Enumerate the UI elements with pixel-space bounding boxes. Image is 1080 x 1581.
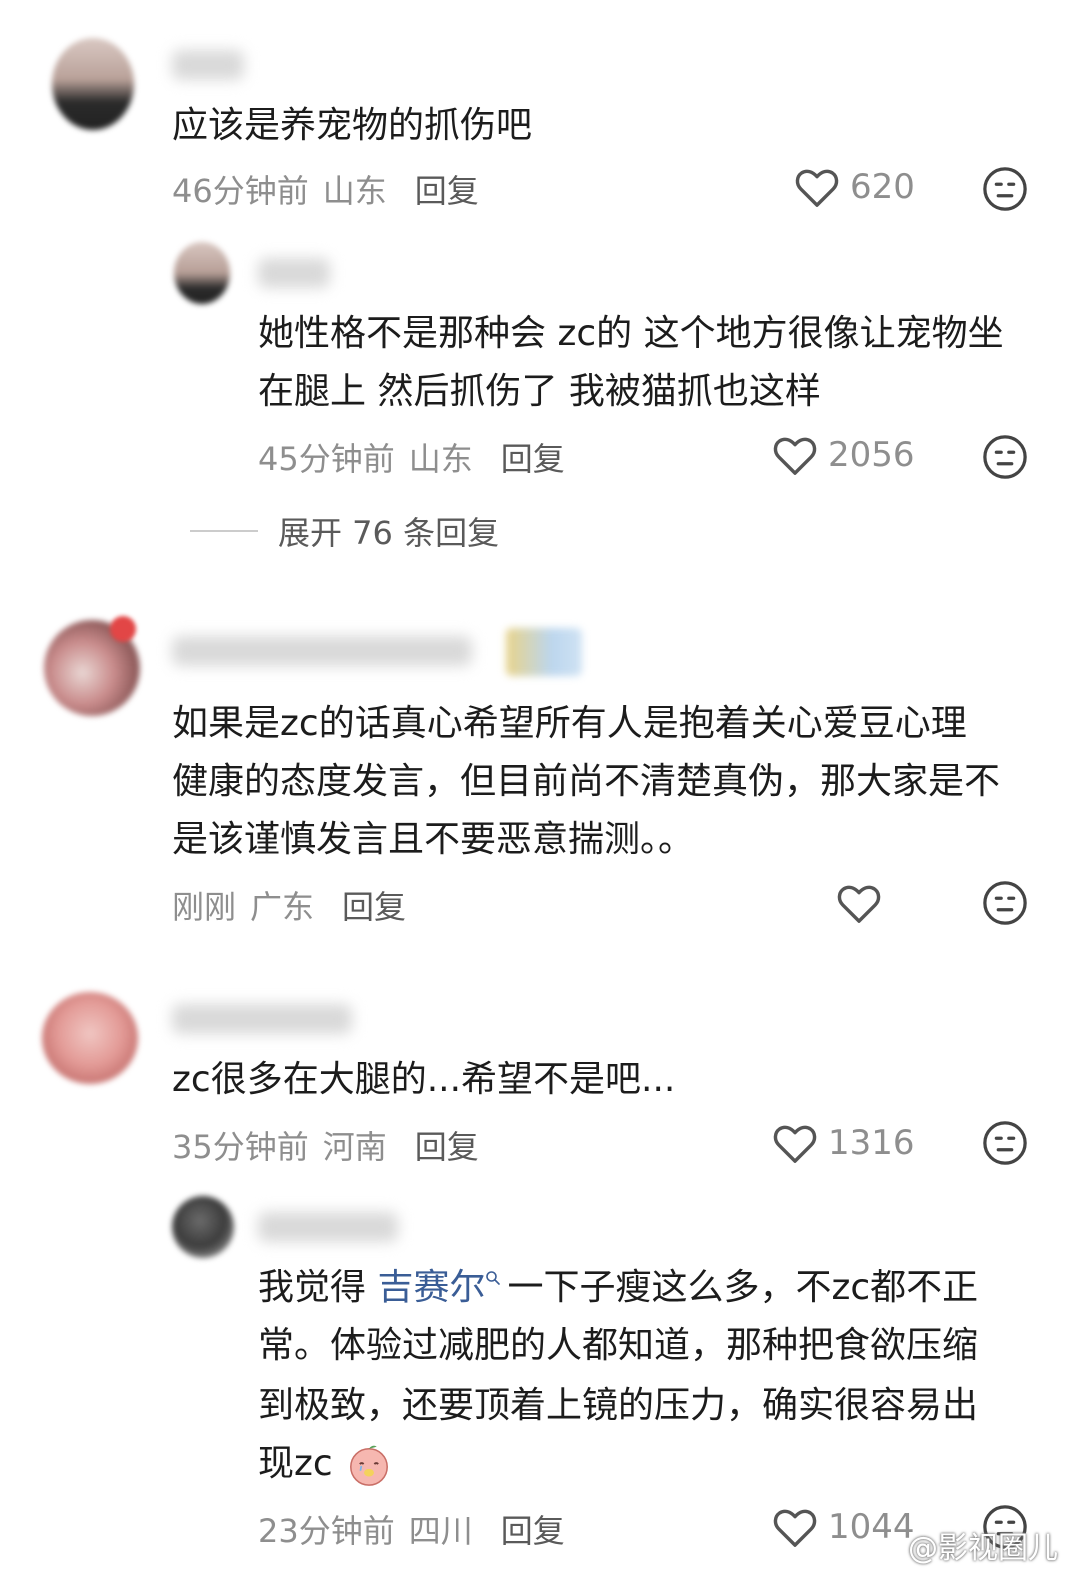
neutral-face-icon[interactable] (982, 880, 1028, 926)
mention-link[interactable]: 吉赛尔 (377, 1267, 507, 1308)
crying-peach-emoji-icon (350, 1445, 389, 1486)
watermark: @影视圈儿 (866, 1523, 1058, 1567)
reply-text-line: 到极致，还要顶着上镜的压力，确实很容易出 (258, 1385, 979, 1426)
location: 河南 (322, 1128, 387, 1166)
avatar[interactable] (172, 1196, 234, 1258)
username-blurred[interactable] (172, 1004, 352, 1034)
watermark-text: @影视圈儿 (908, 1531, 1058, 1566)
neutral-face-icon[interactable] (982, 434, 1028, 480)
heart-outline-icon (837, 885, 881, 923)
weibo-logo-icon (866, 1533, 900, 1559)
reply-text-line: 常。体验过减肥的人都知道，那种把食欲压缩 (258, 1325, 979, 1366)
heart-outline-icon (795, 169, 839, 207)
heart-outline-icon (773, 437, 817, 475)
expand-replies-label: 展开 76 条回复 (278, 514, 500, 552)
like-count: 2056 (828, 435, 915, 475)
reply-meta: 45分钟前 山东 回复 (258, 434, 565, 480)
avatar[interactable] (174, 242, 230, 304)
reply-text-line: 她性格不是那种会 zc的 这个地方很像让宠物坐 (258, 313, 1004, 354)
comment-text-line: 是该谨慎发言且不要恶意揣测。。 (172, 819, 695, 860)
comment-text: 应该是养宠物的抓伤吧 (172, 105, 533, 146)
reply-button[interactable]: 回复 (501, 1512, 565, 1550)
expand-replies-button[interactable]: 展开 76 条回复 (190, 508, 499, 554)
like-button[interactable]: 620 (794, 166, 915, 208)
avatar[interactable] (52, 38, 134, 130)
timestamp: 刚刚 (172, 888, 237, 926)
comment-meta: 46分钟前 山东 回复 (172, 166, 479, 212)
comment-text: zc很多在大腿的...希望不是吧... (172, 1059, 676, 1100)
reply-text-line: 我觉得 吉赛尔 一下子瘦这么多，不zc都不正 (258, 1258, 978, 1318)
reply-text-end: 现zc (258, 1443, 333, 1484)
comment-text-line: 如果是zc的话真心希望所有人是抱着关心爱豆心理 (172, 703, 967, 744)
like-button[interactable]: 1316 (772, 1122, 915, 1164)
reply-button[interactable]: 回复 (415, 1128, 479, 1166)
reply-button[interactable]: 回复 (501, 440, 565, 478)
like-button[interactable]: 2056 (772, 434, 915, 476)
timestamp: 35分钟前 (172, 1128, 309, 1166)
avatar[interactable] (42, 992, 138, 1084)
search-icon (486, 1271, 501, 1285)
comment-meta: 刚刚 广东 回复 (172, 882, 406, 928)
username-blurred[interactable] (172, 636, 472, 666)
username-blurred[interactable] (258, 258, 330, 288)
reply-text-prefix: 我觉得 (258, 1267, 378, 1308)
heart-outline-icon (773, 1509, 817, 1547)
location: 山东 (408, 440, 473, 478)
username-blurred[interactable] (172, 50, 244, 80)
neutral-face-icon[interactable] (982, 1120, 1028, 1166)
timestamp: 23分钟前 (258, 1512, 395, 1550)
username-blurred[interactable] (258, 1212, 398, 1242)
comment-text-line: 健康的态度发言，但目前尚不清楚真伪，那大家是不 (172, 761, 1001, 802)
mention-name: 吉赛尔 (377, 1267, 486, 1308)
like-button[interactable] (836, 882, 892, 924)
reply-text-line: 在腿上 然后抓伤了 我被猫抓也这样 (258, 371, 821, 412)
reply-text-suffix: 一下子瘦这么多，不zc都不正 (507, 1267, 979, 1308)
reply-text-line: 现zc (258, 1434, 392, 1494)
like-count: 620 (850, 167, 915, 207)
location: 山东 (322, 172, 387, 210)
location: 四川 (408, 1512, 473, 1550)
badge-dot (110, 616, 136, 642)
divider (190, 530, 258, 532)
reply-button[interactable]: 回复 (342, 888, 406, 926)
timestamp: 45分钟前 (258, 440, 395, 478)
reply-button[interactable]: 回复 (415, 172, 479, 210)
location: 广东 (250, 888, 315, 926)
heart-outline-icon (773, 1125, 817, 1163)
timestamp: 46分钟前 (172, 172, 309, 210)
user-badge-blurred (506, 628, 582, 676)
reply-meta: 23分钟前 四川 回复 (258, 1506, 565, 1552)
comment-meta: 35分钟前 河南 回复 (172, 1122, 479, 1168)
neutral-face-icon[interactable] (982, 166, 1028, 212)
like-count: 1316 (828, 1123, 915, 1163)
